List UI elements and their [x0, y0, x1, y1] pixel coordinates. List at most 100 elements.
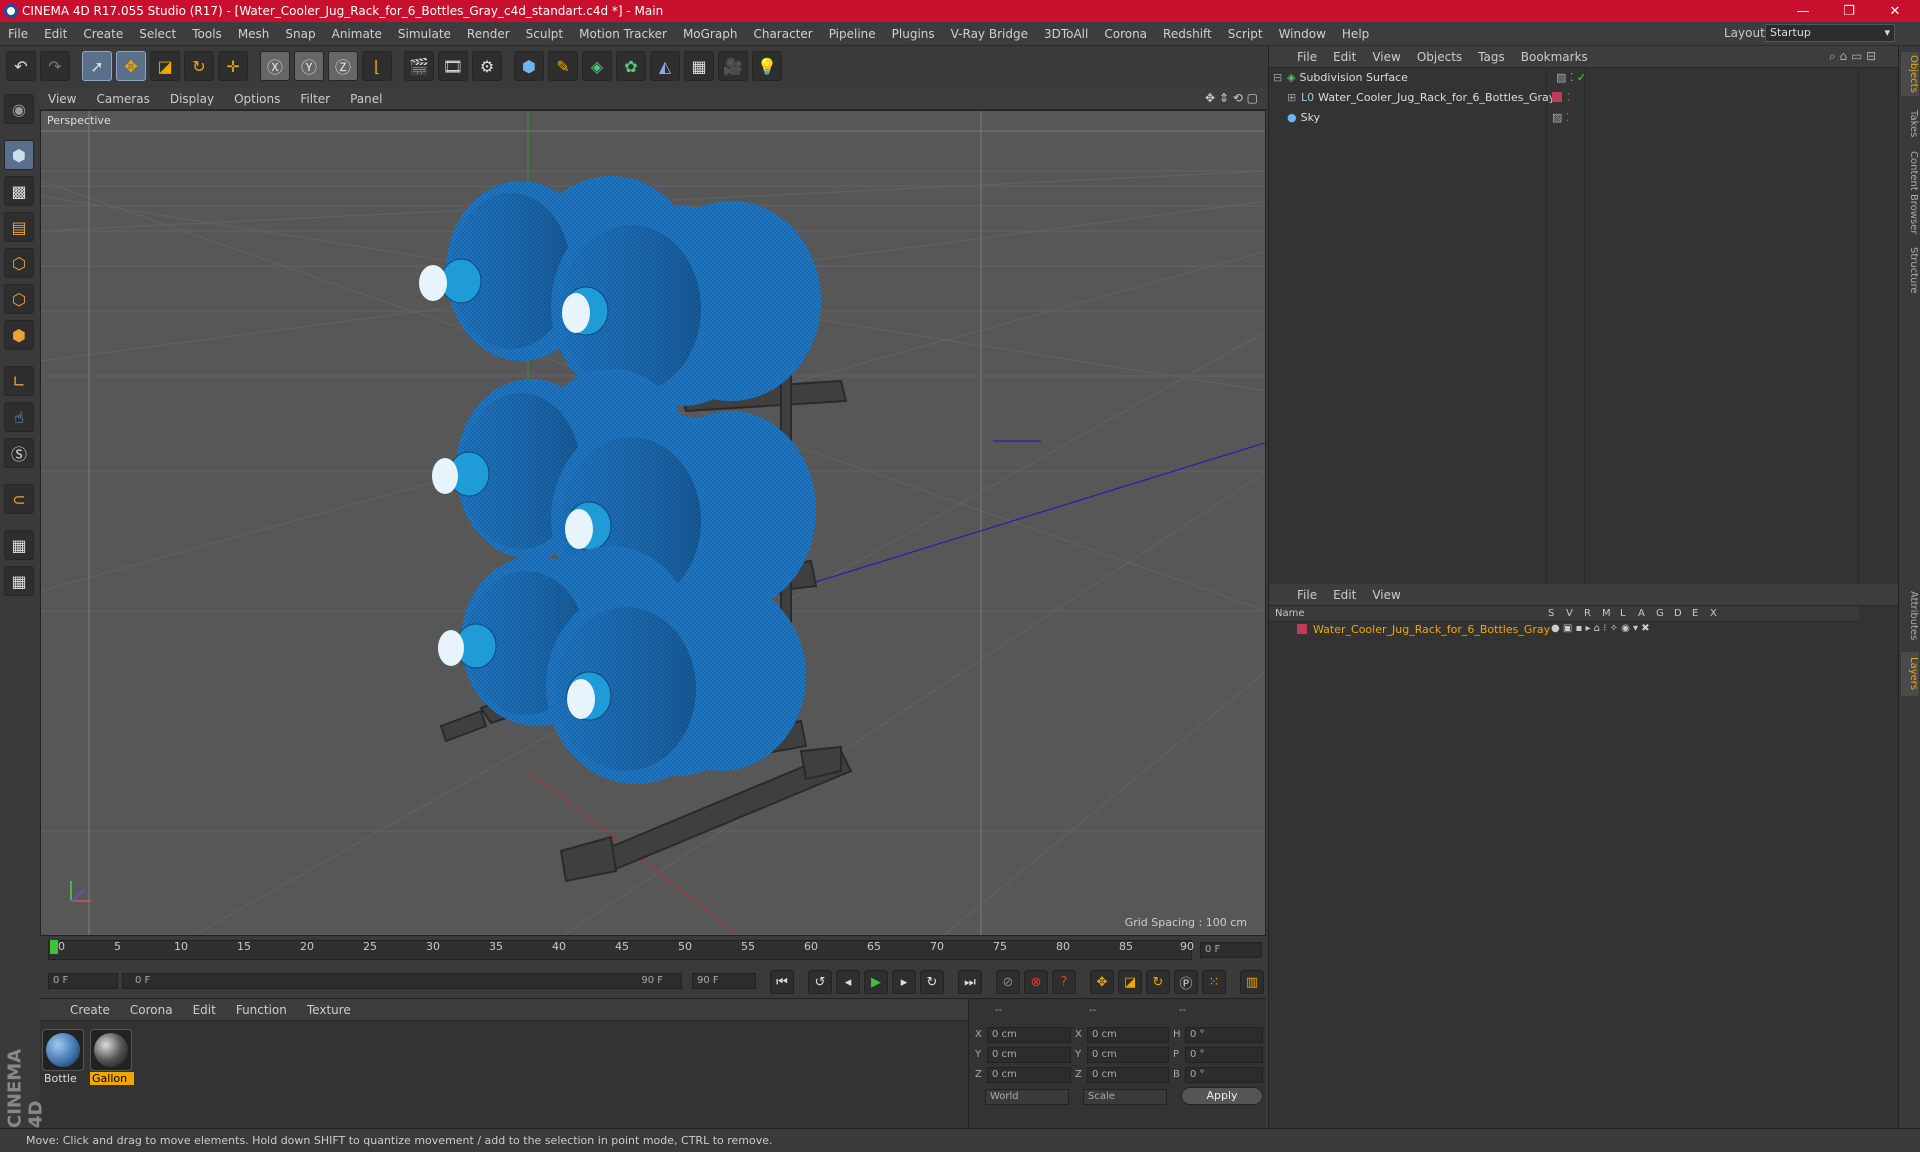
menu-motion-tracker[interactable]: Motion Tracker [571, 27, 675, 41]
prev-key-button[interactable]: ↺ [808, 970, 832, 994]
close-button[interactable]: ✕ [1872, 0, 1918, 22]
om-menu-file[interactable]: File [1289, 50, 1325, 64]
menu-render[interactable]: Render [459, 27, 518, 41]
tab-attributes[interactable]: Attributes [1901, 586, 1919, 646]
viewport-menu-options[interactable]: Options [224, 92, 290, 106]
material-menu-texture[interactable]: Texture [297, 1003, 361, 1017]
menu-character[interactable]: Character [745, 27, 820, 41]
snap-grid-icon[interactable]: ▦ [4, 530, 34, 560]
menu-plugins[interactable]: Plugins [884, 27, 943, 41]
floor-button[interactable]: ▦ [684, 51, 714, 81]
magnet-icon[interactable]: ⊂ [4, 484, 34, 514]
menu-corona[interactable]: Corona [1096, 27, 1155, 41]
scale-tool-button[interactable]: ◪ [150, 51, 180, 81]
material-menu-create[interactable]: Create [60, 1003, 120, 1017]
size-y-field[interactable]: 0 cm [1087, 1047, 1169, 1063]
workplane-icon[interactable]: ▤ [4, 212, 34, 242]
subdivision-surface-button[interactable]: ◈ [582, 51, 612, 81]
goto-start-button[interactable]: ⏮ [770, 970, 794, 994]
menu-script[interactable]: Script [1220, 27, 1271, 41]
om-menu-view[interactable]: View [1364, 50, 1408, 64]
coordinate-system-button[interactable]: ⌊ [362, 51, 392, 81]
pen-spline-button[interactable]: ✎ [548, 51, 578, 81]
viewport-menu-cameras[interactable]: Cameras [86, 92, 159, 106]
redo-button[interactable]: ↷ [40, 51, 70, 81]
pos-z-field[interactable]: 0 cm [987, 1067, 1071, 1083]
tab-takes[interactable]: Takes [1901, 104, 1919, 144]
visibility-toggle-icon[interactable]: ▨ ⁚ [1552, 111, 1569, 124]
deformer-button[interactable]: ◭ [650, 51, 680, 81]
cloner-button[interactable]: ✿ [616, 51, 646, 81]
rotate-tool-button[interactable]: ↻ [184, 51, 214, 81]
goto-end-button[interactable]: ⏭ [958, 970, 982, 994]
lm-menu-edit[interactable]: Edit [1325, 588, 1364, 602]
live-selection-button[interactable]: ➚ [82, 51, 112, 81]
visibility-toggle-icon[interactable]: ▨ ⁚ ✓ [1556, 71, 1586, 84]
timeline[interactable]: 0 5 10 15 20 25 30 35 40 45 50 55 60 65 … [40, 936, 1266, 964]
viewport-menu-view[interactable]: View [38, 92, 86, 106]
current-frame-field[interactable]: 0 F [1200, 942, 1262, 958]
layer-color-swatch[interactable] [1297, 624, 1307, 634]
record-keys-button[interactable]: ⊘ [996, 970, 1020, 994]
rot-p-field[interactable]: 0 ° [1185, 1047, 1263, 1063]
cube-object-button[interactable]: ⬢ [514, 51, 544, 81]
material-bottle[interactable]: Bottle [42, 1029, 86, 1085]
transform-tool-button[interactable]: ✛ [218, 51, 248, 81]
om-menu-bookmarks[interactable]: Bookmarks [1513, 50, 1596, 64]
rot-h-field[interactable]: 0 ° [1185, 1027, 1263, 1043]
menu-snap[interactable]: Snap [277, 27, 323, 41]
tab-structure[interactable]: Structure [1901, 242, 1919, 298]
material-menu-corona[interactable]: Corona [120, 1003, 183, 1017]
menu-create[interactable]: Create [75, 27, 131, 41]
play-button[interactable]: ▶ [864, 970, 888, 994]
snap-settings-icon[interactable]: ▦ [4, 566, 34, 596]
menu-help[interactable]: Help [1334, 27, 1377, 41]
menu-sculpt[interactable]: Sculpt [518, 27, 571, 41]
menu-3dtoall[interactable]: 3DToAll [1036, 27, 1096, 41]
lm-menu-file[interactable]: File [1289, 588, 1325, 602]
perspective-viewport[interactable]: Perspective Grid Spacing : 100 cm [40, 110, 1266, 936]
key-rotation-button[interactable]: ↻ [1146, 970, 1170, 994]
om-menu-edit[interactable]: Edit [1325, 50, 1364, 64]
end-frame-field[interactable]: 90 F [692, 973, 756, 989]
apply-button[interactable]: Apply [1181, 1087, 1263, 1105]
pos-x-field[interactable]: 0 cm [987, 1027, 1071, 1043]
axis-mode-icon[interactable]: ∟ [4, 366, 34, 396]
layer-flag-icons[interactable]: ● ▣ ▪ ▸ ⌂ ⁝ ✧ ◉ ▾ ✖ [1551, 623, 1650, 634]
key-scale-button[interactable]: ◪ [1118, 970, 1142, 994]
size-x-field[interactable]: 0 cm [1087, 1027, 1169, 1043]
playhead[interactable] [50, 940, 58, 954]
menu-simulate[interactable]: Simulate [390, 27, 459, 41]
move-tool-button[interactable]: ✥ [116, 51, 146, 81]
material-menu-function[interactable]: Function [226, 1003, 297, 1017]
polygons-mode-icon[interactable]: ⬢ [4, 320, 34, 350]
autokey-button[interactable]: ⊗ [1024, 970, 1048, 994]
solo-icon[interactable]: Ⓢ [4, 438, 34, 468]
light-button[interactable]: 💡 [752, 51, 782, 81]
render-settings-button[interactable]: ⚙ [472, 51, 502, 81]
render-picture-viewer-button[interactable]: 🎞 [438, 51, 468, 81]
y-axis-button[interactable]: Ⓨ [294, 51, 324, 81]
size-mode-select[interactable]: Scale [1083, 1089, 1167, 1105]
lm-menu-view[interactable]: View [1364, 588, 1408, 602]
frame-range-slider[interactable]: 0 F 90 F [122, 973, 682, 989]
rot-b-field[interactable]: 0 ° [1185, 1067, 1263, 1083]
next-key-button[interactable]: ↻ [920, 970, 944, 994]
menu-redshift[interactable]: Redshift [1155, 27, 1220, 41]
tab-layers[interactable]: Layers [1901, 652, 1919, 696]
visibility-dots-icon[interactable]: ⁚ [1567, 91, 1571, 104]
pos-y-field[interactable]: 0 cm [987, 1047, 1071, 1063]
layer-name[interactable]: Water_Cooler_Jug_Rack_for_6_Bottles_Gray [1313, 623, 1550, 636]
key-parameter-button[interactable]: Ⓟ [1174, 970, 1198, 994]
points-mode-icon[interactable]: ⬡ [4, 248, 34, 278]
prev-frame-button[interactable]: ◂ [836, 970, 860, 994]
z-axis-button[interactable]: Ⓩ [328, 51, 358, 81]
key-position-button[interactable]: ✥ [1090, 970, 1114, 994]
start-frame-field[interactable]: 0 F [48, 973, 118, 989]
keyframe-selection-button[interactable]: ? [1052, 970, 1076, 994]
menu-vray-bridge[interactable]: V-Ray Bridge [943, 27, 1036, 41]
menu-mesh[interactable]: Mesh [230, 27, 278, 41]
viewport-menu-display[interactable]: Display [160, 92, 224, 106]
coord-system-select[interactable]: World [985, 1089, 1069, 1105]
tweak-mode-icon[interactable]: ☝ [4, 402, 34, 432]
